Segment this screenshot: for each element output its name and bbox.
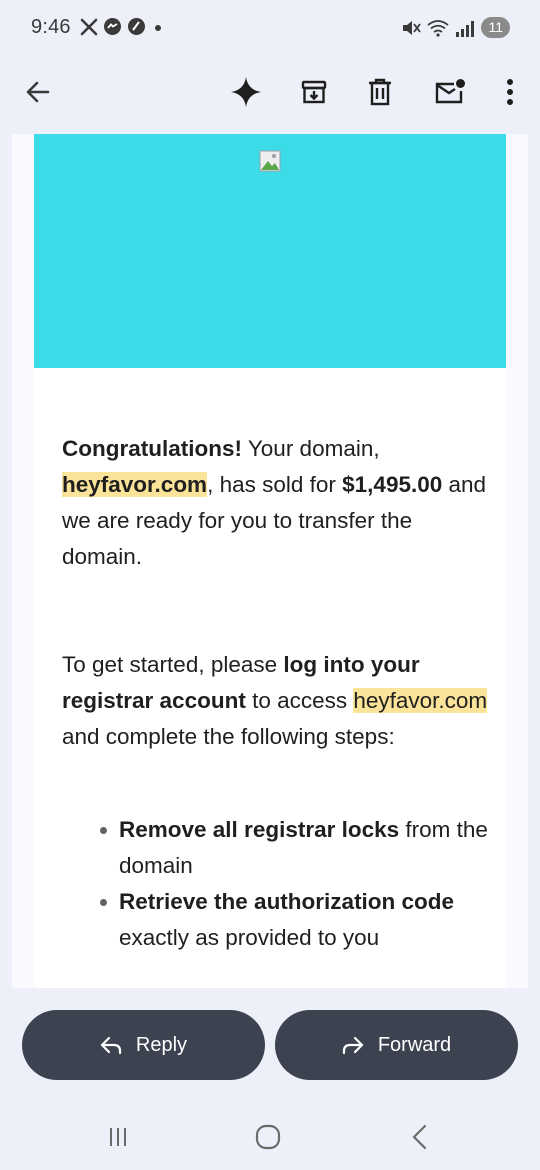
paragraph-text: , has sold for [207, 472, 343, 497]
mute-icon [403, 20, 422, 35]
sale-amount: $1,495.00 [342, 472, 443, 497]
status-time: 9:46 [31, 16, 71, 38]
app-notification-icon [128, 18, 145, 35]
email-banner [34, 134, 506, 368]
step-title: Remove all registrar locks [119, 817, 400, 842]
email-body: Congratulations! Your domain, heyfavor.c… [34, 134, 506, 988]
congratulations-text: Congratulations! [62, 436, 242, 461]
back-button[interactable] [18, 72, 58, 112]
gemini-button[interactable] [226, 72, 266, 112]
reply-button[interactable]: Reply [22, 1010, 265, 1080]
gemini-sparkle-icon [231, 77, 261, 107]
paragraph-text: Your domain, [242, 436, 380, 461]
forward-button[interactable]: Forward [275, 1010, 518, 1080]
messenger-icon [104, 18, 121, 35]
archive-icon [301, 80, 327, 104]
delete-icon [369, 78, 391, 106]
domain-highlight: heyfavor.com [62, 472, 208, 497]
mark-unread-icon [435, 79, 465, 104]
reply-icon [100, 1036, 122, 1055]
system-status: 11 [401, 17, 510, 38]
recent-apps-icon [110, 1128, 126, 1146]
notification-icons [80, 17, 165, 36]
list-item: Remove all registrar locks from the doma… [100, 812, 500, 884]
forward-label: Forward [377, 1033, 452, 1056]
steps-list: Remove all registrar locks from the doma… [100, 812, 500, 956]
status-bar: 9:46 11 [0, 0, 540, 58]
back-icon [412, 1124, 427, 1150]
list-item: Retrieve the authorization code exactly … [100, 884, 500, 956]
more-vert-icon [507, 79, 513, 105]
signal-icon [456, 20, 475, 37]
forward-icon [342, 1036, 363, 1055]
delete-button[interactable] [360, 72, 400, 112]
step-text: exactly as provided to you [119, 925, 380, 950]
archive-button[interactable] [294, 72, 334, 112]
recent-apps-button[interactable] [98, 1120, 138, 1154]
home-icon [255, 1124, 281, 1150]
paragraph-text: to access [245, 688, 354, 713]
app-bar [0, 58, 540, 134]
more-notifications-dot-icon [155, 24, 161, 31]
back-arrow-icon [26, 81, 50, 103]
reply-label: Reply [135, 1033, 188, 1056]
home-button[interactable] [248, 1120, 288, 1154]
congratulations-paragraph: Congratulations! Your domain, heyfavor.c… [62, 431, 492, 575]
system-nav-bar [0, 1110, 540, 1166]
battery-level: 11 [481, 17, 510, 38]
broken-image-icon [259, 150, 281, 172]
nav-back-button[interactable] [400, 1120, 440, 1154]
domain-highlight: heyfavor.com [353, 688, 488, 713]
email-content-area[interactable]: Congratulations! Your domain, heyfavor.c… [12, 134, 528, 988]
mark-unread-button[interactable] [430, 72, 470, 112]
paragraph-text: To get started, please [62, 652, 284, 677]
paragraph-text: and complete the following steps: [62, 724, 395, 749]
x-logo-icon [80, 18, 98, 35]
wifi-icon [427, 19, 450, 37]
step-title: Retrieve the authorization code [119, 889, 455, 914]
more-options-button[interactable] [490, 72, 530, 112]
instructions-paragraph: To get started, please log into your reg… [62, 647, 492, 755]
